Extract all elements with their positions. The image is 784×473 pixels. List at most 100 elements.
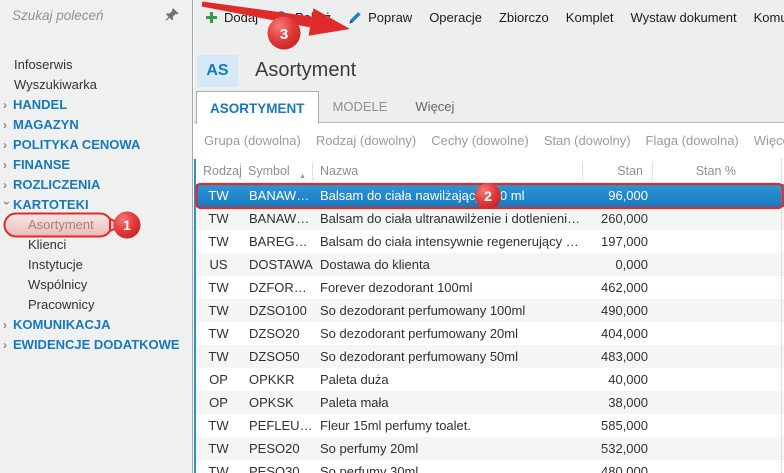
column-header-nazwa[interactable]: Nazwa (313, 163, 583, 180)
cell-symbol: DZSO20 (249, 326, 300, 341)
page-title: Asortyment (255, 59, 357, 81)
cell-stan: 0,000 (615, 257, 648, 272)
cell-symbol: BANAWU... (249, 211, 313, 226)
sidebar-item-label: KOMUNIKACJA (13, 317, 111, 332)
cell-stan: 40,000 (608, 372, 648, 387)
toolbar-button-komplet[interactable]: Komplet (562, 10, 618, 25)
cell-rodzaj: TW (208, 441, 229, 456)
sidebar-item-handel[interactable]: › HANDEL (0, 95, 192, 115)
column-header-stan[interactable]: Stan (583, 163, 653, 180)
sidebar-item-ewidencje-dodatkowe[interactable]: › EWIDENCJE DODATKOWE (0, 335, 192, 355)
cell-rodzaj: OP (209, 372, 228, 387)
filter-bar: Grupa (dowolna) Rodzaj (dowolny) Cechy (do… (194, 123, 784, 158)
table-row[interactable]: TW BANAW200 Balsam do ciała nawilżający 20… (196, 184, 784, 207)
toolbar-button-operacje[interactable]: Operacje (425, 10, 486, 25)
table-row[interactable]: TW BAREG200 Balsam do ciała intensywnie re… (196, 230, 784, 253)
toolbar-button-komunikacja[interactable]: Komunikacja (750, 10, 784, 25)
cell-stan: 38,000 (608, 395, 648, 410)
pencil-icon (348, 10, 363, 25)
search-input[interactable] (12, 4, 152, 26)
toolbar-button-popraw[interactable]: Popraw (344, 10, 416, 25)
toolbar-button-label: Pokaż (294, 10, 332, 25)
cell-stan: 480,000 (601, 464, 648, 473)
cell-symbol: OPKKR (249, 372, 295, 387)
column-header-rodzaj[interactable]: Rodzaj (196, 163, 242, 180)
table-row[interactable]: OP OPKSK Paleta mała 38,000 (196, 391, 784, 414)
table-row[interactable]: TW PESO20 So perfumy 20ml 532,000 (196, 437, 784, 460)
filter-flaga-dowolna[interactable]: Flaga (dowolna) (646, 133, 739, 148)
pin-icon[interactable] (165, 7, 180, 22)
sidebar-item-label: FINANSE (13, 157, 71, 172)
sidebar-item-asortyment[interactable]: Asortyment (0, 215, 192, 235)
cell-symbol: PESO30 (249, 464, 300, 473)
cell-rodzaj: US (209, 257, 228, 272)
sidebar-item-label: KARTOTEKI (13, 197, 89, 212)
filter-stan-dowolny[interactable]: Stan (dowolny) (544, 133, 631, 148)
filter-grupa-dowolna[interactable]: Grupa (dowolna) (204, 133, 301, 148)
tab-modele[interactable]: MODELE (319, 91, 402, 122)
sidebar-item-instytucje[interactable]: Instytucje (0, 255, 192, 275)
sidebar-item-label: Instytucje (28, 257, 83, 272)
tab-asortyment[interactable]: ASORTYMENT (196, 91, 319, 124)
sidebar-item-komunikacja[interactable]: › KOMUNIKACJA (0, 315, 192, 335)
table-row[interactable]: TW DZSO50 So dezodorant perfumowany 50ml 48… (196, 345, 784, 368)
table-row[interactable]: TW DZSO100 So dezodorant perfumowany 100ml… (196, 299, 784, 322)
filter-więcej[interactable]: Więcej (754, 133, 784, 148)
sidebar-item-polityka-cenowa[interactable]: › POLITYKA CENOWA (0, 135, 192, 155)
sidebar-item-label: Asortyment (28, 217, 94, 232)
chevron-right-icon: › (3, 178, 7, 192)
sort-ascending-icon: ▲ (299, 173, 306, 180)
column-header-label: Rodzaj (203, 164, 242, 178)
sidebar-item-wyszukiwarka[interactable]: Wyszukiwarka (0, 75, 192, 95)
cell-nazwa: Fleur 15ml perfumy toalet. (320, 418, 472, 433)
sidebar-item-magazyn[interactable]: › MAGAZYN (0, 115, 192, 135)
table-row[interactable]: TW DZSO20 So dezodorant perfumowany 20ml 40… (196, 322, 784, 345)
cell-symbol: DOSTAWA (249, 257, 313, 272)
filter-rodzaj-dowolny[interactable]: Rodzaj (dowolny) (316, 133, 416, 148)
column-header-label: Symbol (248, 164, 290, 178)
cell-nazwa: Balsam do ciała ultranawilżenie i dotlen… (320, 211, 583, 226)
sidebar-item-wspólnicy[interactable]: Wspólnicy (0, 275, 192, 295)
sidebar-item-label: POLITYKA CENOWA (13, 137, 141, 152)
sidebar-item-pracownicy[interactable]: Pracownicy (0, 295, 192, 315)
column-header-symbol[interactable]: Symbol ▲ (241, 163, 313, 180)
cell-nazwa: Forever dezodorant 100ml (320, 280, 473, 295)
cell-rodzaj: TW (208, 303, 229, 318)
table-header-row: Rodzaj Symbol ▲ Nazwa Stan Stan % (196, 159, 784, 184)
sidebar-item-label: ROZLICZENIA (13, 177, 101, 192)
table-row[interactable]: TW PESO30 So perfumy 30ml 480,000 (196, 460, 784, 473)
data-grid: Rodzaj Symbol ▲ Nazwa Stan Stan % TW BANAW200 B… (194, 159, 784, 473)
sidebar-item-rozliczenia[interactable]: › ROZLICZENIA (0, 175, 192, 195)
sidebar-item-label: Wyszukiwarka (14, 77, 97, 92)
toolbar-button-label: Komunikacja (753, 10, 784, 25)
toolbar-button-zbiorczo[interactable]: Zbiorczo (495, 10, 553, 25)
sidebar-item-infoserwis[interactable]: Infoserwis (0, 55, 192, 75)
cell-nazwa: Dostawa do klienta (320, 257, 430, 272)
column-header-label: Stan (617, 164, 643, 178)
sidebar-item-label: MAGAZYN (13, 117, 79, 132)
tab-wiecej[interactable]: Więcej (401, 91, 468, 122)
cell-symbol: BANAW200 (249, 188, 313, 203)
module-badge: AS (197, 55, 238, 87)
toolbar-button-wystaw-dokument[interactable]: Wystaw dokument (627, 10, 741, 25)
filter-cechy-dowolne[interactable]: Cechy (dowolne) (431, 133, 529, 148)
table-row[interactable]: TW DZFOREVER Forever dezodorant 100ml 462,0… (196, 276, 784, 299)
toolbar-button-pokaż[interactable]: Pokaż (271, 10, 335, 25)
cell-rodzaj: TW (208, 211, 229, 226)
toolbar-button-label: Operacje (429, 10, 482, 25)
cell-symbol: DZSO50 (249, 349, 300, 364)
table-row[interactable]: TW PEFLEUR15 Fleur 15ml perfumy toalet. 585… (196, 414, 784, 437)
sidebar-item-klienci[interactable]: Klienci (0, 235, 192, 255)
table-row[interactable]: OP OPKKR Paleta duża 40,000 (196, 368, 784, 391)
chevron-down-icon: › (0, 201, 14, 205)
sidebar-item-finanse[interactable]: › FINANSE (0, 155, 192, 175)
toolbar-button-label: Zbiorczo (498, 10, 549, 25)
table-row[interactable]: TW BANAWU... Balsam do ciała ultranawilżen… (196, 207, 784, 230)
cell-stan: 483,000 (601, 349, 648, 364)
toolbar-button-dodaj[interactable]: Dodaj (200, 10, 262, 25)
column-header-stan-%[interactable]: Stan % (653, 163, 745, 180)
sidebar-item-kartoteki[interactable]: › KARTOTEKI (0, 195, 192, 215)
toolbar-button-label: Popraw (368, 10, 413, 25)
table-row[interactable]: US DOSTAWA Dostawa do klienta 0,000 (196, 253, 784, 276)
page-header: AS Asortyment (194, 47, 784, 91)
